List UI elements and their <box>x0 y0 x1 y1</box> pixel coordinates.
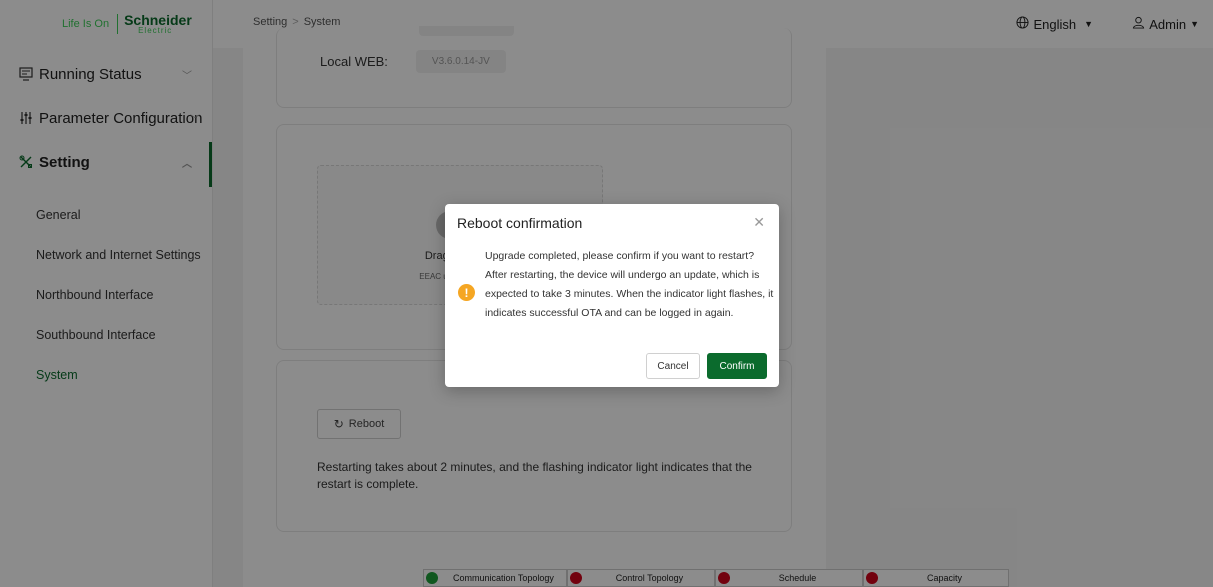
warning-icon: ! <box>458 284 475 301</box>
reboot-confirmation-dialog: Reboot confirmation ✕ ! Upgrade complete… <box>445 204 779 387</box>
cancel-button[interactable]: Cancel <box>646 353 700 379</box>
dialog-message: Upgrade completed, please confirm if you… <box>485 250 774 319</box>
dialog-title: Reboot confirmation <box>457 215 583 231</box>
close-icon[interactable]: ✕ <box>753 214 765 231</box>
confirm-button[interactable]: Confirm <box>707 353 767 379</box>
